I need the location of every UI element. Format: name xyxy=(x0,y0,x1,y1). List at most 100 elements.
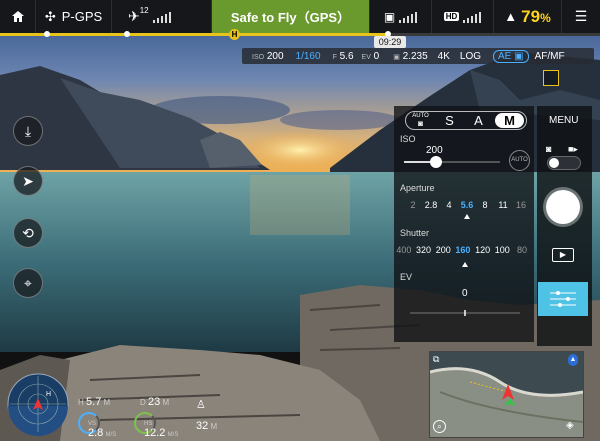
battery-percent: 79% xyxy=(521,6,551,26)
ev-title: EV xyxy=(400,272,413,282)
shutter-value[interactable]: 400 xyxy=(394,245,414,255)
mode-a[interactable]: A xyxy=(464,113,493,128)
expand-icon[interactable]: ⧉ xyxy=(433,354,439,365)
iso-slider-handle[interactable] xyxy=(430,156,442,168)
flight-mode[interactable]: ✣ P-GPS xyxy=(36,0,112,33)
shutter-readout: 1/160 xyxy=(295,50,321,62)
top-status-bar: ✣ P-GPS ✈ 12 Safe to Fly（GPS） ▣ HD ▲ 79%… xyxy=(0,0,600,33)
exposure-mode-selector[interactable]: AUTO ◙ S A M xyxy=(405,111,527,130)
distance-readout: D 23 M xyxy=(140,396,170,408)
height-readout: H 5.7 M xyxy=(78,396,111,408)
camera-icon[interactable]: ◙ xyxy=(546,144,551,154)
aperture-pointer-icon xyxy=(464,214,470,219)
ev-scale[interactable] xyxy=(410,303,520,316)
play-icon: ▶ xyxy=(559,250,567,259)
flight-timeline xyxy=(0,31,600,37)
aperture-value[interactable]: 8 xyxy=(476,200,494,210)
aperture-value[interactable]: 16 xyxy=(512,200,530,210)
lock-icon: ▣ xyxy=(514,50,524,62)
takeoff-button[interactable]: ⤓ xyxy=(13,116,43,146)
shutter-value[interactable]: 80 xyxy=(512,245,532,255)
aperture-value[interactable]: 11 xyxy=(494,200,512,210)
hd-icon: HD xyxy=(443,12,460,21)
altitude-person-icon: ♙ xyxy=(196,399,206,411)
shutter-value[interactable]: 320 xyxy=(414,245,434,255)
playback-button[interactable]: ▶ xyxy=(552,248,574,262)
iso-title: ISO xyxy=(400,134,416,144)
shutter-value[interactable]: 120 xyxy=(473,245,493,255)
minimap[interactable]: ⧉ ▲ ⌕ ◈ xyxy=(429,351,584,438)
ev-ticks xyxy=(410,310,520,316)
vertical-speed-readout: VS 2.8 M/S xyxy=(88,421,117,439)
iso-auto-button[interactable]: AUTO xyxy=(509,150,530,171)
video-signal[interactable]: HD xyxy=(432,0,494,33)
shutter-value-selected[interactable]: 160 xyxy=(453,245,473,255)
timeline-marker xyxy=(124,31,130,37)
takeoff-icon: ⤓ xyxy=(24,122,32,139)
ev-readout: EV 0 xyxy=(361,50,380,62)
mode-m[interactable]: M xyxy=(495,113,524,128)
iso-value: 200 xyxy=(426,145,443,156)
timeline-time: 09:29 xyxy=(374,36,406,48)
mode-s[interactable]: S xyxy=(435,113,464,128)
video-icon[interactable]: ■▸ xyxy=(568,144,578,155)
storage-readout: ▣ 2.235 xyxy=(393,50,428,62)
shutter-button[interactable] xyxy=(546,190,580,224)
aperture-value[interactable]: 2.8 xyxy=(422,200,440,210)
camera-focus-icon[interactable] xyxy=(543,70,559,86)
navigation-button[interactable]: ➤ xyxy=(13,166,43,196)
waypoint-icon: ⌖ xyxy=(24,274,32,291)
hd-signal-icon xyxy=(463,11,482,23)
shutter-value[interactable]: 100 xyxy=(492,245,512,255)
battery-icon: ▲ xyxy=(504,9,518,24)
aperture-value[interactable]: 4 xyxy=(440,200,458,210)
camera-settings-button[interactable] xyxy=(538,282,588,316)
zoom-icon[interactable]: ⌕ xyxy=(433,420,446,433)
satellite-icon: ✈ xyxy=(128,8,140,24)
timeline-progress xyxy=(0,33,388,36)
menu-icon: ☰ xyxy=(574,8,588,24)
attitude-indicator[interactable]: H xyxy=(6,372,70,436)
drone-icon: ✣ xyxy=(44,8,56,24)
aperture-scale[interactable]: 2 2.8 4 5.6 8 11 16 xyxy=(404,200,530,210)
waypoint-button[interactable]: ⌖ xyxy=(13,268,43,298)
compass-icon[interactable]: ▲ xyxy=(568,354,578,366)
iso-slider[interactable] xyxy=(404,156,500,168)
map-image xyxy=(430,352,583,437)
home-icon xyxy=(11,11,24,22)
navigation-icon: ➤ xyxy=(22,172,34,189)
home-button[interactable] xyxy=(0,0,36,33)
camera-menu-button[interactable]: MENU xyxy=(549,115,578,126)
camera-parameter-bar[interactable]: ISO 200 1/160 F 5.6 EV 0 ▣ 2.235 4K LOG … xyxy=(242,48,594,64)
aperture-readout: F 5.6 xyxy=(332,50,354,62)
rc-signal-icon xyxy=(399,11,418,23)
eraser-icon[interactable]: ◈ xyxy=(566,420,574,431)
color-profile-readout: LOG xyxy=(459,50,482,62)
gps-signal-icon xyxy=(152,11,171,23)
battery-status[interactable]: ▲ 79% xyxy=(494,0,562,33)
intelligent-flight-icon: ⟲ xyxy=(22,224,34,241)
ae-lock-button[interactable]: AE ▣ xyxy=(493,49,529,63)
shutter-pointer-icon xyxy=(462,262,468,267)
radar-icon: H xyxy=(7,373,69,436)
rc-signal[interactable]: ▣ xyxy=(370,0,432,33)
aircraft-status[interactable]: Safe to Fly（GPS） xyxy=(212,0,370,33)
satellite-count: 12 xyxy=(139,6,149,15)
aperture-value-selected[interactable]: 5.6 xyxy=(458,200,476,210)
menu-button[interactable]: ☰ xyxy=(562,0,600,33)
aperture-value[interactable]: 2 xyxy=(404,200,422,210)
camera-settings-icon xyxy=(550,291,576,307)
shutter-value[interactable]: 200 xyxy=(433,245,453,255)
svg-text:H: H xyxy=(46,391,51,398)
iso-readout: ISO 200 xyxy=(252,50,284,62)
remote-controller-icon: ▣ xyxy=(383,9,396,24)
focus-mode-button[interactable]: AF/MF xyxy=(535,51,565,62)
photo-video-toggle[interactable] xyxy=(547,156,581,170)
altitude-readout: 32 M xyxy=(196,420,218,432)
intelligent-flight-button[interactable]: ⟲ xyxy=(13,218,43,248)
gps-status[interactable]: ✈ 12 xyxy=(112,0,212,33)
flight-mode-label: P-GPS xyxy=(61,9,103,24)
shutter-scale[interactable]: 400 320 200 160 120 100 80 xyxy=(394,245,532,255)
horizontal-speed-readout: HS 12.2 M/S xyxy=(144,421,179,439)
mode-auto[interactable]: AUTO ◙ xyxy=(406,113,435,129)
